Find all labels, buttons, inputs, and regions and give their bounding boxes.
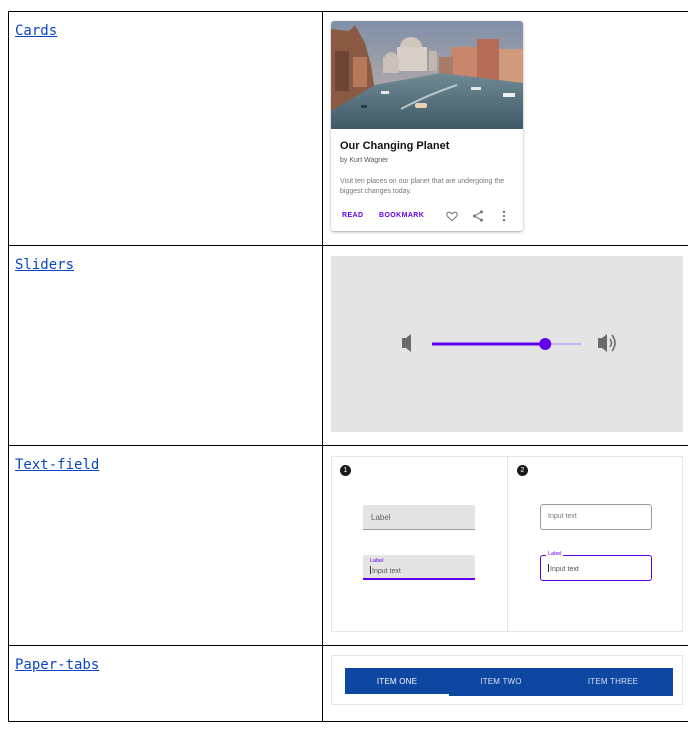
component-name-cell: Cards [8,11,323,246]
tab-item-one[interactable]: ITEM ONE [345,668,449,696]
outlined-text-field[interactable]: Input text [540,504,652,530]
filled-text-field[interactable]: Label [363,505,475,530]
components-table: Cards Our Changing Planet by Kurt Wagner… [8,11,688,722]
text-field-panel: 1 2 Label Label Input text Input text La… [331,456,683,632]
cards-link[interactable]: Cards [15,23,57,39]
tab-active-indicator [345,694,449,696]
sliders-link[interactable]: Sliders [15,257,74,273]
badge-one: 1 [340,465,351,476]
table-row: Cards Our Changing Planet by Kurt Wagner… [8,11,688,246]
divider [507,457,508,631]
text-field-link[interactable]: Text-field [15,457,99,473]
share-icon[interactable] [471,209,485,223]
tabs-bar: ITEM ONE ITEM TWO ITEM THREE [345,668,673,696]
more-vert-icon[interactable] [497,209,511,223]
card-title: Our Changing Planet [340,140,450,152]
outlined-focused-label: Label [546,551,564,557]
component-demo-cell: Our Changing Planet by Kurt Wagner Visit… [322,11,688,246]
filled-text-field-focused[interactable]: Label Input text [363,555,475,580]
table-row: Paper-tabs ITEM ONE ITEM TWO ITEM THREE [8,645,688,722]
volume-high-icon [598,334,616,352]
filled-field-label: Label [371,513,391,522]
component-name-cell: Text-field [8,445,323,646]
component-name-cell: Paper-tabs [8,645,323,722]
tabs-panel: ITEM ONE ITEM TWO ITEM THREE [331,655,683,705]
slider-graphic [402,334,616,352]
outlined-field-placeholder: Input text [548,513,577,520]
card-media-image [331,21,523,129]
filled-focused-label: Label [370,558,384,564]
table-row: Sliders [8,245,688,446]
outlined-text-field-focused[interactable]: Label Input text [540,551,652,581]
card-actions: READ BOOKMARK [331,209,523,225]
paper-tabs-link[interactable]: Paper-tabs [15,657,99,673]
component-name-cell: Sliders [8,245,323,446]
badge-two: 2 [517,465,528,476]
slider-panel [331,256,683,432]
component-demo-cell: ITEM ONE ITEM TWO ITEM THREE [322,645,688,722]
tab-item-two[interactable]: ITEM TWO [449,668,553,696]
component-demo-cell: 1 2 Label Label Input text Input text La… [322,445,688,646]
card-subtitle: by Kurt Wagner [340,157,389,164]
component-demo-cell [322,245,688,446]
card: Our Changing Planet by Kurt Wagner Visit… [331,21,523,231]
volume-low-icon [402,334,411,352]
card-body-text: Visit ten places on our planet that are … [340,178,505,195]
outlined-focused-value: Input text [548,564,579,573]
tab-item-three[interactable]: ITEM THREE [561,668,665,696]
filled-focused-value: Input text [370,566,401,575]
slider-thumb[interactable] [539,338,552,350]
read-button[interactable]: READ [342,212,363,219]
bookmark-button[interactable]: BOOKMARK [379,212,424,219]
table-row: Text-field 1 2 Label Label Input text In… [8,445,688,646]
heart-icon[interactable] [445,209,459,223]
